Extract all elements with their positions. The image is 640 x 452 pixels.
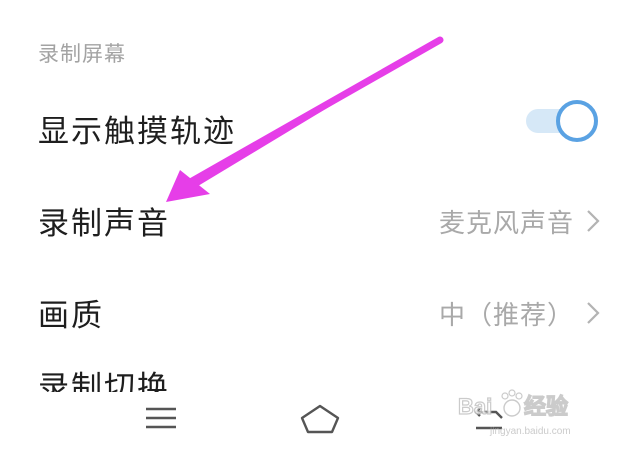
setting-row-show-touch-track[interactable]: 显示触摸轨迹 (0, 88, 640, 158)
menu-icon[interactable] (138, 398, 186, 438)
home-icon[interactable] (298, 398, 346, 438)
chevron-right-icon (587, 210, 600, 232)
setting-label: 显示触摸轨迹 (38, 114, 236, 150)
watermark-logo-text: 经验 (524, 394, 568, 419)
toggle-knob (556, 100, 598, 142)
watermark-logo-text: Bai (458, 394, 492, 419)
setting-label: 画质 (38, 298, 104, 334)
setting-row-record-audio[interactable]: 录制声音 麦克风声音 (0, 180, 640, 250)
toggle-switch-on[interactable] (526, 100, 598, 142)
setting-value: 麦克风声音 (438, 209, 574, 239)
paw-icon (501, 389, 523, 417)
setting-row-quality[interactable]: 画质 中（推荐） (0, 272, 640, 342)
screen-record-settings: 录制屏幕 显示触摸轨迹 录制声音 麦克风声音 画质 中（推荐） 录制切换 Bai… (0, 0, 640, 452)
section-title: 录制屏幕 (38, 42, 126, 66)
baidu-jingyan-watermark: Bai 经验 jingyan.baidu.com (457, 389, 571, 437)
setting-label: 录制声音 (38, 206, 170, 242)
chevron-right-icon (587, 302, 600, 324)
setting-value: 中（推荐） (438, 301, 574, 331)
watermark-url: jingyan.baidu.com (489, 426, 571, 437)
